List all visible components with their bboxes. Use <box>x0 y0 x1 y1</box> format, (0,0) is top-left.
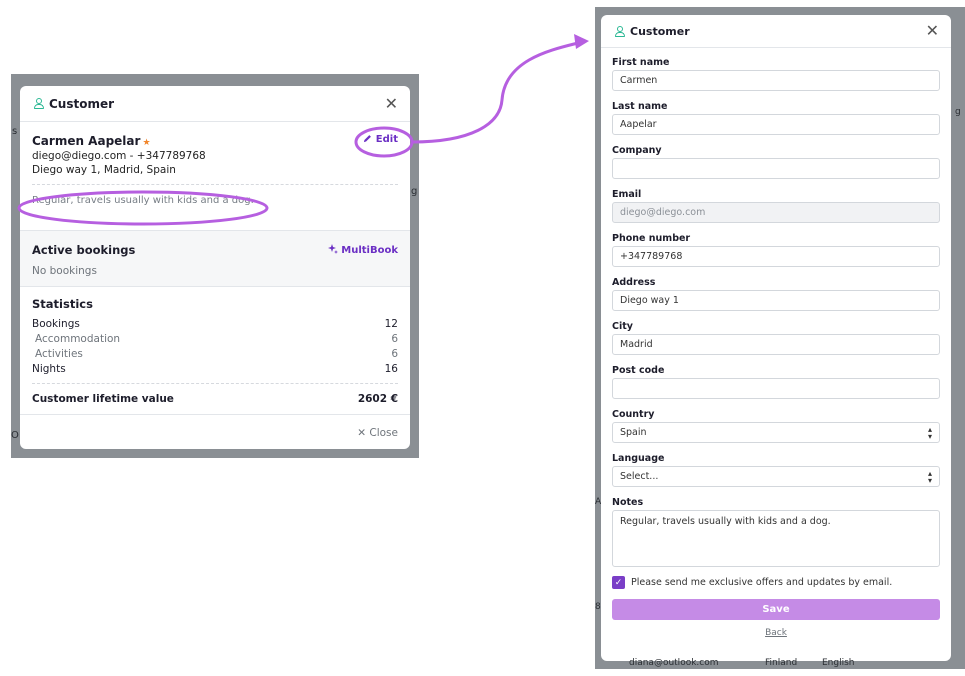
arrow-curve <box>411 41 579 144</box>
arrow-head <box>574 34 589 49</box>
highlight-ellipse-notes <box>17 190 269 226</box>
annotation-overlay <box>17 34 589 226</box>
highlight-ellipse-edit <box>354 126 414 158</box>
